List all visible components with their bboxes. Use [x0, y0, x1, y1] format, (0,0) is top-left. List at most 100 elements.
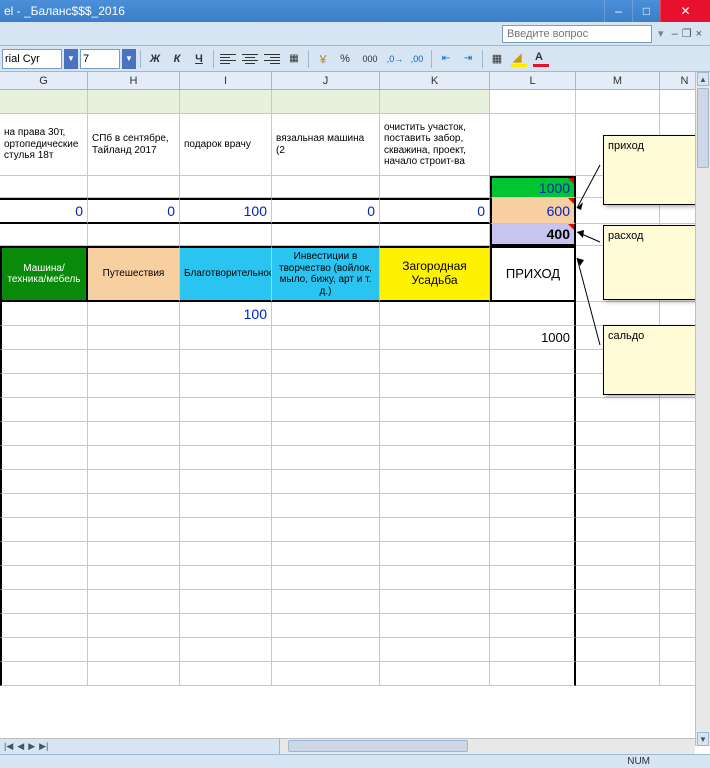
cell[interactable]: [272, 90, 380, 114]
cell[interactable]: [0, 374, 88, 398]
increase-indent-button[interactable]: ⇥: [458, 49, 478, 69]
cell[interactable]: [490, 590, 576, 614]
cell[interactable]: [380, 302, 490, 326]
cell[interactable]: [380, 566, 490, 590]
cell[interactable]: [576, 398, 660, 422]
cell[interactable]: [380, 374, 490, 398]
tab-nav-first-icon[interactable]: |◀: [4, 741, 13, 752]
cell[interactable]: [88, 176, 180, 198]
cell[interactable]: [576, 566, 660, 590]
bold-button[interactable]: Ж: [145, 49, 165, 69]
cat-charity[interactable]: Благотворительность: [180, 246, 272, 302]
cell[interactable]: [180, 176, 272, 198]
cell[interactable]: [88, 566, 180, 590]
cell[interactable]: [88, 518, 180, 542]
merge-center-button[interactable]: ▦: [284, 49, 304, 69]
size-dropdown-arrow[interactable]: ▼: [122, 49, 136, 69]
font-name-box[interactable]: rial Cyr: [2, 49, 62, 69]
cell[interactable]: [576, 542, 660, 566]
cat-travel[interactable]: Путешествия: [88, 246, 180, 302]
cell-expense-G[interactable]: 0: [0, 198, 88, 224]
tab-nav-next-icon[interactable]: ▶: [28, 741, 35, 752]
cell[interactable]: [0, 422, 88, 446]
cell[interactable]: [272, 542, 380, 566]
cell[interactable]: [0, 90, 88, 114]
align-right-button[interactable]: [262, 49, 282, 69]
cell[interactable]: [0, 662, 88, 686]
cell[interactable]: [272, 374, 380, 398]
cell[interactable]: [180, 374, 272, 398]
col-header-J[interactable]: J: [272, 72, 380, 89]
cell[interactable]: [0, 590, 88, 614]
cell[interactable]: [272, 566, 380, 590]
cell[interactable]: [576, 518, 660, 542]
cell-expense-K[interactable]: 0: [380, 198, 490, 224]
cell[interactable]: [180, 614, 272, 638]
font-size-box[interactable]: 7: [80, 49, 120, 69]
cell[interactable]: [0, 542, 88, 566]
scroll-up-arrow[interactable]: ▲: [697, 72, 709, 86]
minimize-button[interactable]: –: [604, 0, 632, 22]
cell[interactable]: [576, 446, 660, 470]
cell[interactable]: [180, 638, 272, 662]
cell[interactable]: [380, 614, 490, 638]
tab-nav-last-icon[interactable]: ▶|: [39, 741, 48, 752]
cell-val-I[interactable]: 100: [180, 302, 272, 326]
decrease-decimal-button[interactable]: ,00: [407, 49, 427, 69]
cell[interactable]: [490, 662, 576, 686]
cell[interactable]: [380, 326, 490, 350]
cell[interactable]: [0, 398, 88, 422]
cell-desc-G[interactable]: на права 30т, ортопедические стулья 18т: [0, 114, 88, 176]
cell-desc-H[interactable]: СПб в сентябре, Тайланд 2017: [88, 114, 180, 176]
cell[interactable]: [490, 422, 576, 446]
cell[interactable]: [88, 302, 180, 326]
col-header-K[interactable]: K: [380, 72, 490, 89]
cell[interactable]: [0, 302, 88, 326]
cell[interactable]: [0, 494, 88, 518]
vertical-scrollbar[interactable]: ▲ ▼: [695, 72, 710, 746]
cell[interactable]: [490, 614, 576, 638]
cell-expense-total[interactable]: 600: [490, 198, 576, 224]
cell[interactable]: [0, 224, 88, 246]
cell-total-L[interactable]: 1000: [490, 326, 576, 350]
cell[interactable]: [272, 398, 380, 422]
cell[interactable]: [272, 590, 380, 614]
percent-button[interactable]: %: [335, 49, 355, 69]
col-header-L[interactable]: L: [490, 72, 576, 89]
cell[interactable]: [490, 542, 576, 566]
mdi-close[interactable]: ×: [696, 28, 702, 40]
cell[interactable]: [180, 398, 272, 422]
cell[interactable]: [576, 422, 660, 446]
cell-expense-H[interactable]: 0: [88, 198, 180, 224]
cell[interactable]: [180, 326, 272, 350]
cell[interactable]: [490, 638, 576, 662]
scroll-down-arrow[interactable]: ▼: [697, 732, 709, 746]
cell[interactable]: [0, 518, 88, 542]
cell[interactable]: [490, 302, 576, 326]
font-color-button[interactable]: А: [531, 49, 551, 69]
cell[interactable]: [0, 350, 88, 374]
hscroll-track[interactable]: [280, 739, 695, 754]
cell[interactable]: [180, 446, 272, 470]
cell[interactable]: [180, 494, 272, 518]
align-left-button[interactable]: [218, 49, 238, 69]
cell[interactable]: [490, 566, 576, 590]
cell[interactable]: [490, 446, 576, 470]
cell[interactable]: [180, 590, 272, 614]
comment-note-saldo[interactable]: сальдо: [603, 325, 698, 395]
cat-investment[interactable]: Инвестиции в творчество (войлок, мыло, б…: [272, 246, 380, 302]
cell[interactable]: [380, 398, 490, 422]
cell[interactable]: [380, 518, 490, 542]
maximize-button[interactable]: □: [632, 0, 660, 22]
cell[interactable]: [272, 176, 380, 198]
cell[interactable]: [88, 542, 180, 566]
cell-saldo[interactable]: 400: [490, 224, 576, 246]
cell[interactable]: [272, 470, 380, 494]
cell[interactable]: [490, 350, 576, 374]
cell[interactable]: [88, 224, 180, 246]
decrease-indent-button[interactable]: ⇤: [436, 49, 456, 69]
font-dropdown-arrow[interactable]: ▼: [64, 49, 78, 69]
comma-style-button[interactable]: 000: [357, 49, 383, 69]
cell[interactable]: [380, 446, 490, 470]
currency-button[interactable]: ￥: [313, 49, 333, 69]
